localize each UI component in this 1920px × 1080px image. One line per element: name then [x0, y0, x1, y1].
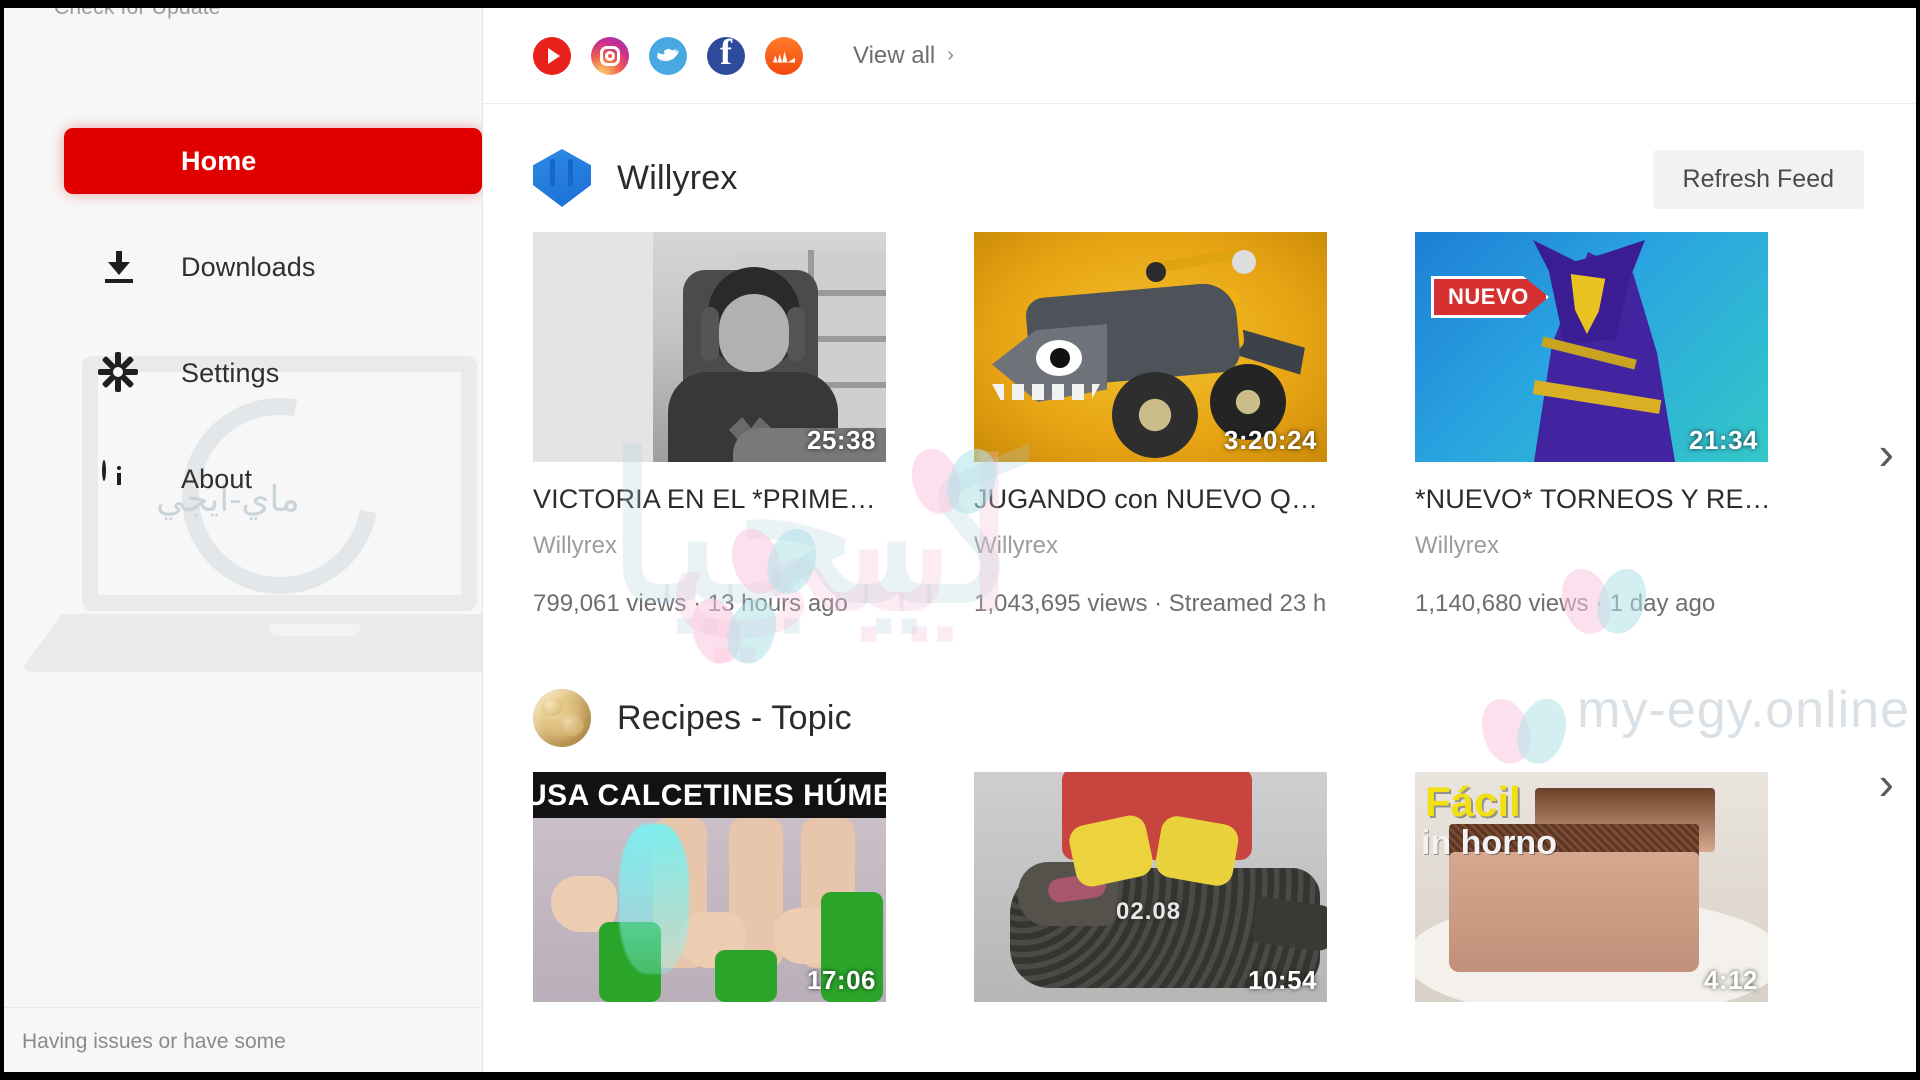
video-duration: 4:12 — [1703, 965, 1758, 995]
sidebar-item-settings[interactable]: Settings — [64, 340, 482, 406]
video-duration: 21:34 — [1689, 425, 1758, 455]
feed: Willyrex Refresh Feed 25:38 VICTORIA EN — [483, 104, 1916, 1002]
thumbnail-timecode: 02.08 — [1116, 898, 1182, 925]
soundcloud-icon[interactable] — [765, 36, 803, 75]
video-meta: 799,061 views · 13 hours ago — [533, 590, 848, 617]
app-root: Check for Update ماي-ايجي Home — [0, 0, 1920, 1080]
sidebar-item-label: Settings — [181, 357, 280, 388]
thumbnail-headline-band: USA CALCETINES HÚMEDOS — [533, 772, 886, 818]
view-all-link[interactable]: View all › — [853, 42, 954, 70]
video-card[interactable]: 3:20:24 JUGANDO con NUEVO Q… Willyrex 1,… — [974, 232, 1374, 618]
carousel-next-button[interactable]: › — [1879, 756, 1894, 810]
app-window: Check for Update ماي-ايجي Home — [4, 8, 1916, 1072]
thumbnail-badge: NUEVO — [1431, 276, 1549, 318]
video-card[interactable]: 25:38 VICTORIA EN EL *PRIME… Willyrex 79… — [533, 232, 933, 618]
video-carousel: USA CALCETINES HÚMEDOS 17:06 02.08 10:54 — [483, 757, 1916, 1002]
sidebar-item-label: Downloads — [181, 251, 316, 282]
twitter-icon[interactable] — [649, 36, 687, 75]
youtube-icon[interactable] — [533, 36, 571, 75]
video-channel: Willyrex — [974, 532, 1058, 559]
social-links-bar: View all › — [483, 8, 1916, 104]
feed-section-willyrex: Willyrex Refresh Feed 25:38 VICTORIA EN — [483, 104, 1916, 618]
sidebar: Check for Update ماي-ايجي Home — [4, 8, 483, 1072]
thumbnail-subline: in horno — [1421, 824, 1557, 862]
video-duration: 10:54 — [1248, 965, 1317, 995]
sidebar-item-about[interactable]: About — [64, 446, 482, 512]
video-thumbnail[interactable]: USA CALCETINES HÚMEDOS 17:06 — [533, 772, 886, 1002]
sidebar-item-home[interactable]: Home — [64, 128, 482, 194]
sidebar-footer-text: Having issues or have some — [22, 1030, 286, 1053]
gear-icon — [98, 352, 138, 392]
watermark-laptop-base — [20, 614, 482, 672]
video-card[interactable]: NUEVO 21:34 *NUEVO* TORNEOS Y RE… Willyr… — [1415, 232, 1815, 618]
video-card[interactable]: 02.08 10:54 — [974, 772, 1374, 1002]
video-title: JUGANDO con NUEVO Q… — [974, 484, 1319, 514]
video-duration: 3:20:24 — [1223, 425, 1317, 455]
download-icon — [102, 250, 136, 284]
carousel-next-button[interactable]: › — [1879, 426, 1894, 480]
watermark-laptop-notch — [270, 624, 360, 636]
willyrex-avatar[interactable] — [533, 149, 591, 207]
video-meta: 1,140,680 views · 1 day ago — [1415, 590, 1716, 617]
view-all-label: View all — [853, 41, 936, 69]
chevron-right-icon: › — [947, 44, 954, 66]
thumbnail-headline: USA CALCETINES HÚMEDOS — [533, 779, 886, 812]
main-content: View all › Willyrex Refresh Feed — [483, 8, 1916, 1072]
video-card[interactable]: USA CALCETINES HÚMEDOS 17:06 — [533, 772, 933, 1002]
check-for-update-link[interactable]: Check for Update — [54, 8, 221, 20]
sidebar-nav: Home Downloads Settings About — [4, 128, 482, 552]
video-thumbnail[interactable]: 02.08 10:54 — [974, 772, 1327, 1002]
recipes-avatar[interactable] — [533, 689, 591, 747]
info-icon — [102, 460, 136, 496]
section-header: Recipes - Topic — [483, 682, 1916, 754]
video-thumbnail[interactable]: 3:20:24 — [974, 232, 1327, 462]
video-thumbnail[interactable]: Fácil in horno 4:12 — [1415, 772, 1768, 1002]
thumbnail-headline: Fácil — [1425, 778, 1521, 825]
video-carousel: 25:38 VICTORIA EN EL *PRIME… Willyrex 79… — [483, 232, 1916, 618]
video-duration: 17:06 — [807, 965, 876, 995]
section-channel-name: Willyrex — [617, 158, 738, 197]
feed-section-recipes: Recipes - Topic USA CALCETINES HÚME 17:0… — [483, 618, 1916, 1002]
compass-icon — [102, 144, 136, 178]
sidebar-item-label: About — [181, 463, 253, 494]
instagram-icon[interactable] — [591, 36, 629, 75]
check-for-update-label: Check for Update — [54, 8, 221, 19]
video-channel: Willyrex — [533, 532, 617, 559]
section-channel-name: Recipes - Topic — [617, 698, 852, 737]
video-thumbnail[interactable]: 25:38 — [533, 232, 886, 462]
video-thumbnail[interactable]: NUEVO 21:34 — [1415, 232, 1768, 462]
video-title: *NUEVO* TORNEOS Y RE… — [1415, 484, 1771, 514]
sidebar-footer: Having issues or have some — [4, 1007, 482, 1072]
sidebar-item-label: Home — [181, 145, 257, 176]
sidebar-item-downloads[interactable]: Downloads — [64, 234, 482, 300]
video-title: VICTORIA EN EL *PRIME… — [533, 484, 876, 514]
video-duration: 25:38 — [807, 425, 876, 455]
video-meta: 1,043,695 views · Streamed 23 h — [974, 590, 1327, 617]
facebook-icon[interactable] — [707, 31, 745, 75]
refresh-feed-button[interactable]: Refresh Feed — [1652, 150, 1864, 209]
video-card[interactable]: Fácil in horno 4:12 — [1415, 772, 1815, 1002]
video-channel: Willyrex — [1415, 532, 1499, 559]
section-header: Willyrex Refresh Feed — [483, 142, 1916, 214]
